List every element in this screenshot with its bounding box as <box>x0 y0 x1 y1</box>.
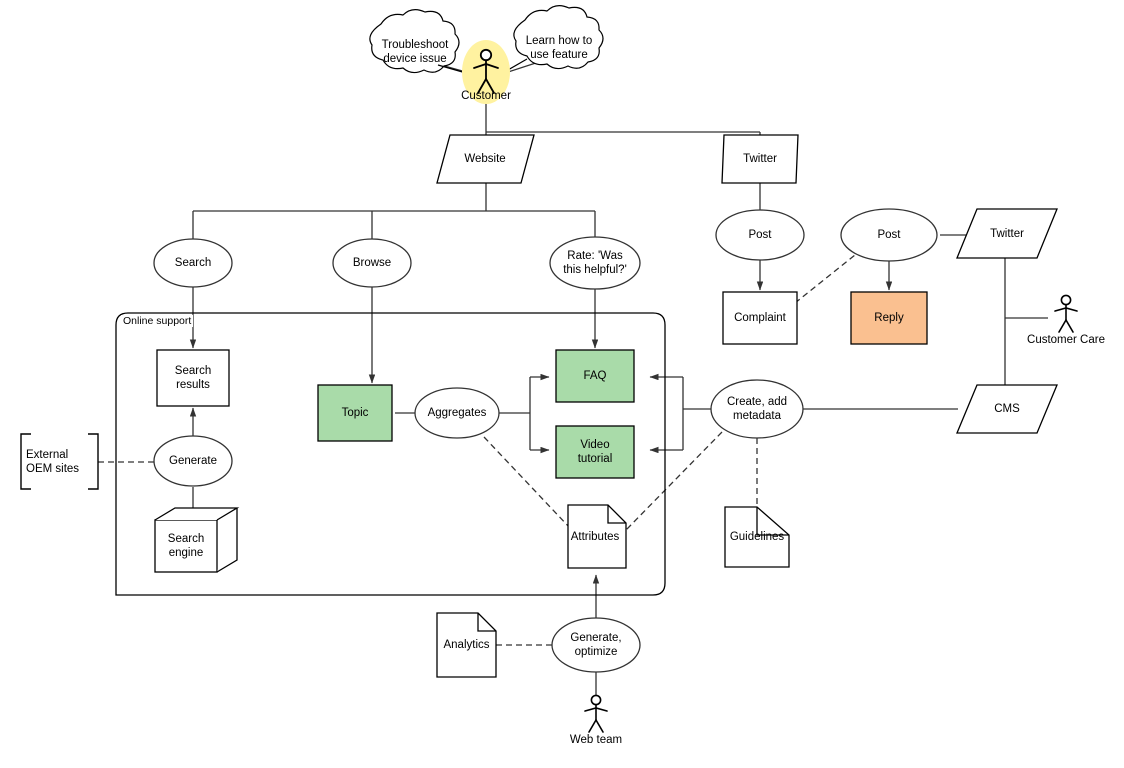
shape-analytics[interactable] <box>436 612 497 678</box>
shape-aggregates[interactable] <box>414 387 500 439</box>
label-online-support-container: Online support <box>121 315 194 327</box>
shape-complaint[interactable] <box>722 291 798 345</box>
diagram-canvas: Troubleshoot device issue Learn how to u… <box>0 0 1124 768</box>
web-team-actor-icon <box>584 694 608 733</box>
shape-post-left[interactable] <box>715 209 805 261</box>
shape-video-tutorial[interactable] <box>555 425 635 479</box>
shape-post-right[interactable] <box>840 208 938 262</box>
shape-website[interactable] <box>436 134 535 184</box>
shape-generate-optimize[interactable] <box>551 617 641 673</box>
shape-generate[interactable] <box>153 435 233 487</box>
shape-twitter-right[interactable] <box>956 208 1058 259</box>
edge-complaint-postright-dashed <box>794 254 856 304</box>
shape-browse[interactable] <box>332 238 412 288</box>
edge-create-attributes-dashed <box>625 431 723 531</box>
shape-guidelines[interactable] <box>724 506 790 568</box>
shape-search-results[interactable] <box>156 349 230 407</box>
shape-reply[interactable] <box>850 291 928 345</box>
shape-create-add-metadata[interactable] <box>710 379 804 439</box>
cloud-troubleshoot <box>369 9 467 74</box>
shape-search-engine[interactable] <box>154 507 240 573</box>
shape-rate[interactable] <box>549 236 641 290</box>
shape-cms[interactable] <box>956 384 1058 434</box>
shape-attributes[interactable] <box>567 504 627 569</box>
shape-search[interactable] <box>153 238 233 288</box>
customer-care-actor-icon <box>1054 294 1078 333</box>
shape-twitter-top[interactable] <box>721 134 799 184</box>
shape-faq[interactable] <box>555 349 635 403</box>
shape-external-oem-sites <box>20 433 99 490</box>
cloud-learn-feature <box>507 5 604 71</box>
diagram-shapes-layer <box>20 5 1078 733</box>
shape-topic[interactable] <box>317 384 393 442</box>
